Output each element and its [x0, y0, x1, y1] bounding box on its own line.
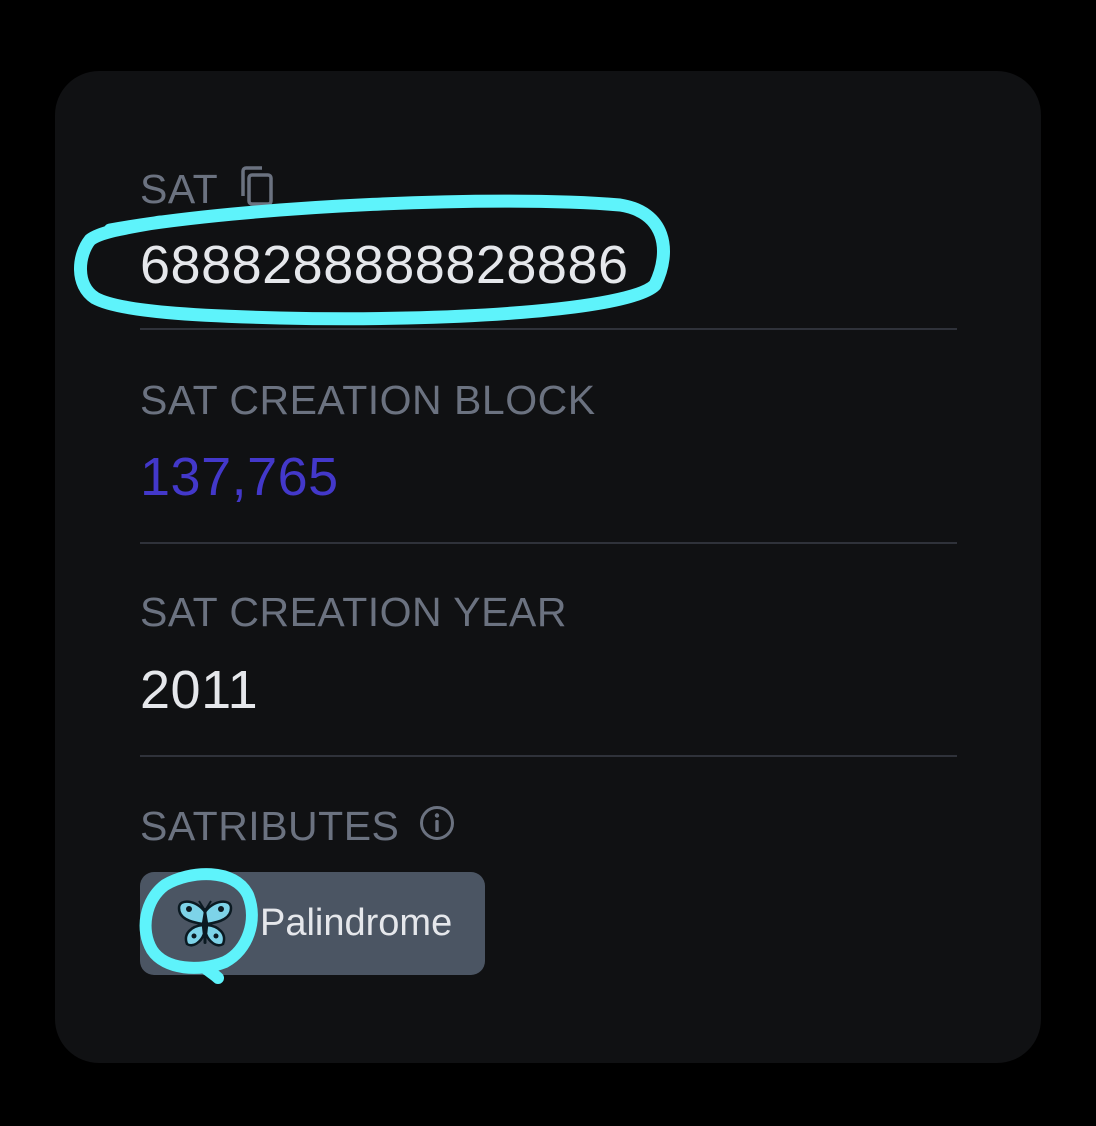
divider: [140, 755, 957, 757]
satributes-section: SATRIBUTES: [140, 805, 957, 848]
satributes-label: SATRIBUTES: [140, 803, 400, 849]
creation-year-value: 2011: [140, 660, 259, 720]
copy-icon[interactable]: [238, 165, 274, 214]
creation-block-label: SAT CREATION BLOCK: [140, 377, 596, 423]
satribute-badge-palindrome[interactable]: Palindrome: [140, 872, 485, 975]
sat-label: SAT: [140, 166, 219, 212]
satribute-label: Palindrome: [260, 902, 453, 944]
sat-number: 6888288888828886: [140, 235, 629, 295]
sat-label-row: SAT: [140, 165, 957, 214]
divider: [140, 542, 957, 544]
satributes-label-row: SATRIBUTES: [140, 805, 957, 848]
info-icon[interactable]: [419, 805, 455, 848]
sat-section: SAT: [140, 165, 957, 214]
creation-block-link[interactable]: 137,765: [140, 450, 957, 504]
divider: [140, 328, 957, 330]
creation-year-label: SAT CREATION YEAR: [140, 589, 567, 635]
butterfly-icon: [170, 889, 240, 959]
